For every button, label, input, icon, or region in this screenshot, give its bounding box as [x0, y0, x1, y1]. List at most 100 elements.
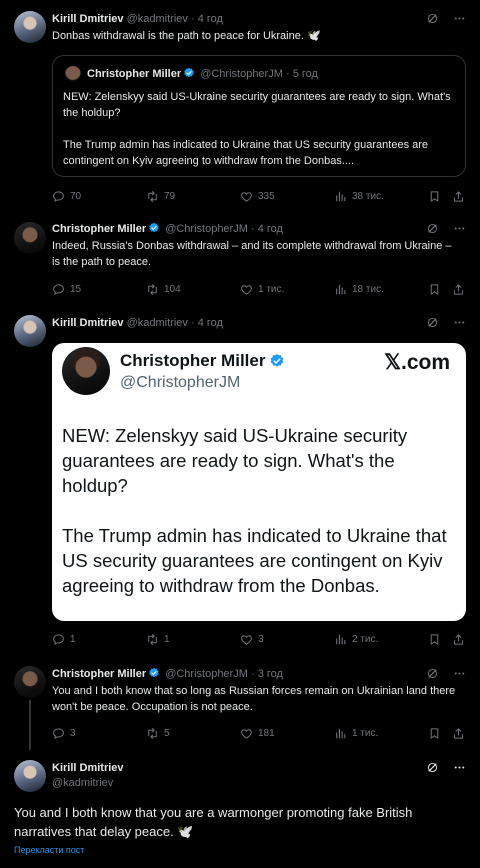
- tweet-2[interactable]: Christopher Miller @ChristopherJM · 4 го…: [0, 215, 480, 305]
- reply-button[interactable]: 3: [52, 725, 76, 741]
- quote-author-name: Christopher Miller: [87, 68, 182, 80]
- reply-icon: [52, 283, 65, 296]
- bookmark-icon: [428, 633, 441, 646]
- more-icon[interactable]: [453, 761, 466, 774]
- repost-icon: [146, 727, 159, 740]
- card-avatar: [62, 347, 110, 395]
- author-handle[interactable]: @ChristopherJM: [165, 223, 248, 235]
- reply-icon: [52, 633, 65, 646]
- share-button[interactable]: [452, 631, 465, 647]
- author-name[interactable]: Kirill Dmitriev: [52, 13, 124, 25]
- separator-dot: ·: [190, 317, 195, 329]
- bookmark-button[interactable]: [428, 631, 441, 647]
- separator-dot: ·: [190, 13, 195, 25]
- repost-count: 79: [164, 190, 176, 202]
- card-paragraph-1: NEW: Zelenskyy said US-Ukraine security …: [62, 425, 408, 496]
- grok-icon[interactable]: [426, 222, 439, 235]
- avatar[interactable]: [14, 222, 46, 254]
- tweet-top-actions: [426, 222, 466, 235]
- reply-count: 1: [70, 633, 76, 645]
- heart-icon: [240, 727, 253, 740]
- views-button[interactable]: 1 тис.: [334, 725, 378, 741]
- separator-dot: ·: [250, 668, 255, 680]
- views-button[interactable]: 38 тис.: [334, 188, 384, 204]
- avatar[interactable]: [14, 760, 46, 792]
- like-button[interactable]: 1 тис.: [240, 281, 284, 297]
- more-icon[interactable]: [453, 316, 466, 329]
- verified-badge-icon: [148, 667, 160, 679]
- more-icon[interactable]: [453, 667, 466, 680]
- quote-paragraph-1: NEW: Zelenskyy said US-Ukraine security …: [63, 91, 451, 119]
- tweet-4[interactable]: Christopher Miller @ChristopherJM · 3 го…: [0, 655, 480, 750]
- action-bar: 70 79 335 38 тис.: [52, 188, 466, 204]
- timestamp[interactable]: 4 год: [198, 13, 223, 25]
- avatar[interactable]: [14, 11, 46, 43]
- x-logo: 𝕏.com: [384, 351, 450, 374]
- more-icon[interactable]: [453, 12, 466, 25]
- like-button[interactable]: 3: [240, 631, 264, 647]
- bookmark-button[interactable]: [428, 281, 441, 297]
- grok-icon[interactable]: [426, 761, 439, 774]
- repost-button[interactable]: 104: [146, 281, 181, 297]
- grok-icon[interactable]: [426, 316, 439, 329]
- bookmark-icon: [428, 283, 441, 296]
- share-button[interactable]: [452, 725, 465, 741]
- verified-badge-icon: [148, 222, 160, 234]
- reply-button[interactable]: 1: [52, 631, 76, 647]
- share-icon: [452, 633, 465, 646]
- reply-button[interactable]: 70: [52, 188, 81, 204]
- author-handle[interactable]: @ChristopherJM: [165, 668, 248, 680]
- grok-icon[interactable]: [426, 12, 439, 25]
- repost-button[interactable]: 79: [146, 188, 175, 204]
- timestamp[interactable]: 4 год: [198, 317, 223, 329]
- verified-badge-icon: [183, 67, 195, 79]
- tweet-text: You and I both know that so long as Russ…: [52, 685, 456, 713]
- author-name[interactable]: Kirill Dmitriev: [52, 317, 124, 329]
- translate-post-link[interactable]: Перекласти пост: [14, 845, 84, 855]
- like-button[interactable]: 335: [240, 188, 275, 204]
- embedded-tweet-screenshot[interactable]: Christopher Miller @ChristopherJM 𝕏.com …: [52, 343, 466, 621]
- separator-dot: ·: [285, 68, 290, 80]
- tweet-1[interactable]: Kirill Dmitriev @kadmitriev · 4 год Donb…: [0, 0, 480, 215]
- more-icon[interactable]: [453, 222, 466, 235]
- share-button[interactable]: [452, 281, 465, 297]
- repost-button[interactable]: 5: [146, 725, 170, 741]
- author-name[interactable]: Kirill Dmitriev: [52, 761, 124, 775]
- views-count: 2 тис.: [352, 633, 379, 645]
- views-icon: [334, 633, 347, 646]
- author-handle[interactable]: @kadmitriev: [127, 13, 188, 25]
- grok-icon[interactable]: [426, 667, 439, 680]
- repost-button[interactable]: 1: [146, 631, 170, 647]
- card-author-handle: @ChristopherJM: [120, 374, 241, 391]
- repost-count: 5: [164, 727, 170, 739]
- thread-line: [29, 700, 31, 750]
- views-count: 18 тис.: [352, 283, 384, 295]
- quote-text: NEW: Zelenskyy said US-Ukraine security …: [63, 89, 459, 169]
- card-author-name: Christopher Miller: [120, 351, 287, 371]
- bookmark-button[interactable]: [428, 725, 441, 741]
- bookmark-button[interactable]: [428, 188, 441, 204]
- avatar[interactable]: [14, 666, 46, 698]
- tweet-header: Christopher Miller @ChristopherJM · 4 го…: [52, 222, 283, 236]
- tweet-text: Indeed, Russia's Donbas withdrawal – and…: [52, 240, 452, 268]
- share-button[interactable]: [452, 188, 465, 204]
- timestamp[interactable]: 3 год: [258, 668, 283, 680]
- views-count: 1 тис.: [352, 727, 379, 739]
- reply-count: 3: [70, 727, 76, 739]
- author-handle[interactable]: @kadmitriev: [52, 776, 113, 790]
- card-paragraph-2: The Trump admin has indicated to Ukraine…: [62, 525, 447, 596]
- author-name[interactable]: Christopher Miller: [52, 223, 146, 235]
- tweet-top-actions: [426, 12, 466, 25]
- timestamp[interactable]: 4 год: [258, 223, 283, 235]
- action-bar: 15 104 1 тис. 18 тис.: [52, 281, 466, 297]
- avatar[interactable]: [14, 315, 46, 347]
- views-count: 38 тис.: [352, 190, 384, 202]
- quoted-tweet[interactable]: Christopher Miller @ChristopherJM · 5 го…: [52, 55, 466, 177]
- reply-button[interactable]: 15: [52, 281, 81, 297]
- views-button[interactable]: 2 тис.: [334, 631, 378, 647]
- author-name[interactable]: Christopher Miller: [52, 668, 146, 680]
- views-button[interactable]: 18 тис.: [334, 281, 384, 297]
- author-handle[interactable]: @kadmitriev: [127, 317, 188, 329]
- repost-count: 1: [164, 633, 170, 645]
- like-button[interactable]: 181: [240, 725, 275, 741]
